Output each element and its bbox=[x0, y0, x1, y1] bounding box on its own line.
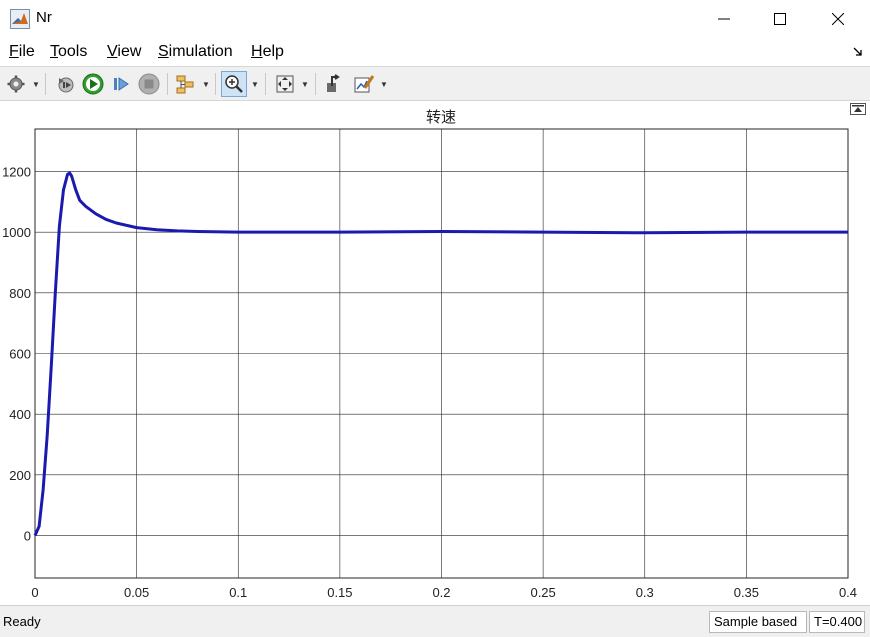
toolbar-separator bbox=[215, 73, 216, 95]
signal-select-dropdown[interactable]: ▼ bbox=[201, 71, 211, 97]
y-tick-label: 800 bbox=[9, 286, 31, 301]
chart-title: 转速 bbox=[426, 109, 456, 126]
y-tick-label: 1000 bbox=[2, 225, 31, 240]
status-ready: Ready bbox=[3, 614, 41, 629]
window-title: Nr bbox=[36, 9, 52, 26]
style-icon bbox=[354, 75, 375, 93]
y-tick-label: 600 bbox=[9, 347, 31, 362]
status-time: T=0.400 bbox=[809, 611, 865, 633]
toolbar-separator bbox=[167, 73, 168, 95]
highlight-block-icon bbox=[327, 74, 340, 92]
y-tick-label: 1200 bbox=[2, 164, 31, 179]
step-back-icon bbox=[58, 77, 74, 93]
toolbar: ▼ ▼ ▼ ▼ ▼ bbox=[0, 66, 870, 101]
status-sample-mode: Sample based bbox=[709, 611, 807, 633]
x-tick-label: 0.3 bbox=[636, 585, 654, 600]
configuration-button[interactable] bbox=[3, 71, 29, 97]
scope-plot-area: 转速 0 0.05 0.1 0.15 0.2 0.25 0.3 0.35 0.4 0 200 400… bbox=[0, 101, 870, 604]
toolbar-separator bbox=[265, 73, 266, 95]
configuration-dropdown[interactable]: ▼ bbox=[31, 71, 41, 97]
maximize-icon bbox=[774, 13, 786, 25]
menu-file[interactable]: File bbox=[9, 43, 35, 61]
maximize-button[interactable] bbox=[757, 0, 803, 38]
x-tick-label: 0.15 bbox=[327, 585, 352, 600]
menu-help[interactable]: Help bbox=[251, 43, 284, 61]
x-tick-label: 0.05 bbox=[124, 585, 149, 600]
toolbar-separator bbox=[315, 73, 316, 95]
zoom-in-icon bbox=[225, 75, 243, 93]
highlight-block-button[interactable] bbox=[321, 71, 347, 97]
stop-icon bbox=[138, 73, 160, 95]
run-button[interactable] bbox=[80, 71, 106, 97]
signal-select-button[interactable] bbox=[173, 71, 199, 97]
fit-to-view-dropdown[interactable]: ▼ bbox=[300, 71, 310, 97]
menu-bar: File Tools View Simulation Help bbox=[0, 40, 870, 66]
x-tick-label: 0.1 bbox=[229, 585, 247, 600]
x-tick-label: 0.4 bbox=[839, 585, 857, 600]
fit-to-view-icon bbox=[276, 75, 294, 93]
gear-icon bbox=[7, 75, 25, 93]
toolbar-separator bbox=[45, 73, 46, 95]
undock-legend-button[interactable] bbox=[850, 103, 866, 115]
style-button[interactable] bbox=[351, 71, 377, 97]
step-forward-icon bbox=[114, 77, 129, 91]
x-tick-label: 0.2 bbox=[432, 585, 450, 600]
signal-select-icon bbox=[176, 75, 194, 94]
y-tick-label: 200 bbox=[9, 468, 31, 483]
zoom-button[interactable] bbox=[221, 71, 247, 97]
step-back-button[interactable] bbox=[52, 71, 78, 97]
expand-arrow-icon bbox=[852, 105, 864, 112]
x-tick-label: 0.25 bbox=[530, 585, 555, 600]
close-button[interactable] bbox=[815, 0, 861, 38]
run-icon bbox=[82, 73, 104, 95]
x-tick-label: 0.35 bbox=[734, 585, 759, 600]
undock-arrow-icon[interactable] bbox=[853, 47, 863, 57]
title-bar: Nr bbox=[0, 0, 870, 38]
minimize-button[interactable] bbox=[701, 0, 747, 38]
step-forward-button[interactable] bbox=[108, 71, 134, 97]
style-dropdown[interactable]: ▼ bbox=[379, 71, 389, 97]
status-bar: Ready Sample based T=0.400 bbox=[0, 605, 870, 637]
matlab-logo-icon bbox=[10, 9, 30, 29]
fit-to-view-button[interactable] bbox=[272, 71, 298, 97]
stop-button[interactable] bbox=[136, 71, 162, 97]
minimize-icon bbox=[718, 18, 730, 20]
y-tick-labels: 0 200 400 600 800 1000 1200 bbox=[2, 164, 31, 543]
x-tick-label: 0 bbox=[31, 585, 38, 600]
zoom-dropdown[interactable]: ▼ bbox=[250, 71, 260, 97]
speed-chart[interactable]: 转速 0 0.05 0.1 0.15 0.2 0.25 0.3 0.35 0.4 0 200 400… bbox=[0, 101, 870, 604]
y-tick-label: 400 bbox=[9, 407, 31, 422]
x-tick-labels: 0 0.05 0.1 0.15 0.2 0.25 0.3 0.35 0.4 bbox=[31, 585, 857, 600]
y-tick-label: 0 bbox=[24, 529, 31, 544]
menu-simulation[interactable]: Simulation bbox=[158, 43, 233, 61]
close-icon bbox=[832, 13, 844, 25]
menu-view[interactable]: View bbox=[107, 43, 141, 61]
menu-tools[interactable]: Tools bbox=[50, 43, 87, 61]
